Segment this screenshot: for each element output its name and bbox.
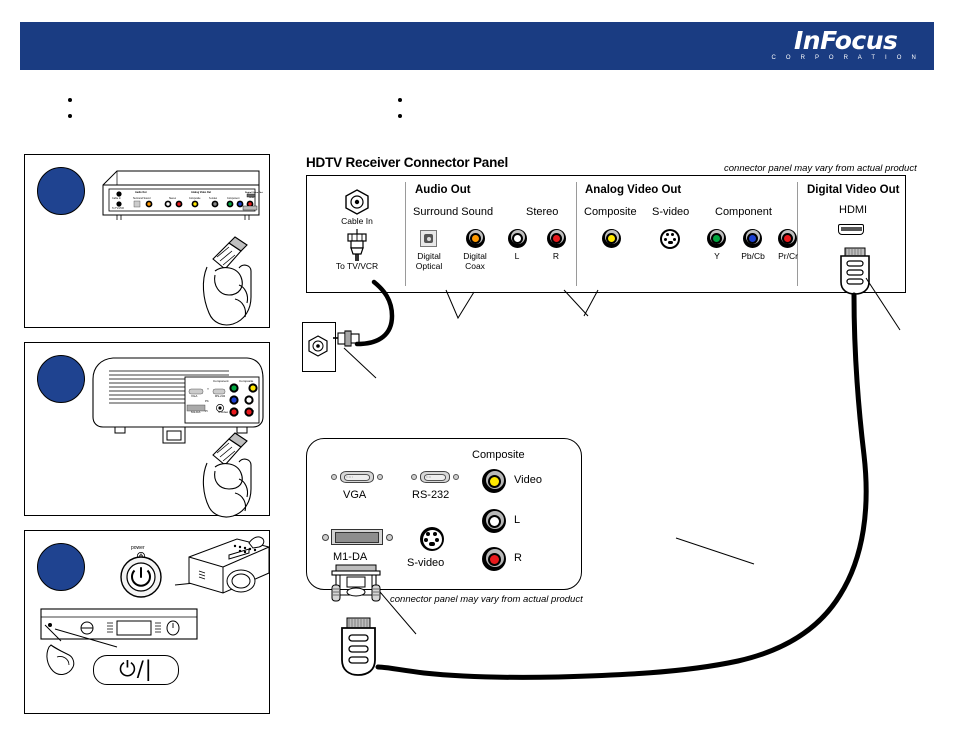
stereo-right-label: R bbox=[552, 251, 560, 261]
surround-sound-label: Surround Sound bbox=[413, 206, 494, 218]
panel-divider bbox=[797, 182, 798, 286]
svg-text:VGA: VGA bbox=[191, 394, 197, 398]
hdmi-to-m1da-cable bbox=[375, 292, 869, 680]
svg-text:RS-232: RS-232 bbox=[215, 394, 226, 398]
power-symbol-leader bbox=[54, 628, 118, 648]
svg-text:Component: Component bbox=[227, 197, 240, 200]
cable-in-coax-icon bbox=[345, 189, 369, 215]
hand-holding-cable-illustration bbox=[202, 236, 252, 326]
step-panel-2: ComponentComposite YPbPr LR VGARS-232 M1… bbox=[24, 342, 270, 518]
analog-video-out-heading: Analog Video Out bbox=[585, 184, 682, 196]
stereo-right-jack[interactable] bbox=[547, 229, 566, 248]
svg-text:Pb: Pb bbox=[205, 399, 209, 403]
infocus-logo: InFocus C O R P O R A T I O N bbox=[771, 26, 920, 62]
power-standby-badge: ⏻/| bbox=[93, 655, 179, 685]
svg-text:Composite: Composite bbox=[239, 379, 254, 383]
svg-text:Component: Component bbox=[213, 379, 229, 383]
svg-text:S-video: S-video bbox=[209, 197, 218, 200]
vga-screw-left bbox=[331, 474, 337, 480]
digital-coax-label: Digital Coax bbox=[463, 251, 487, 271]
bullet-list-right bbox=[398, 98, 698, 130]
svg-text:Pr: Pr bbox=[205, 409, 208, 413]
digital-optical-jack[interactable] bbox=[420, 230, 437, 247]
digital-coax-jack[interactable] bbox=[466, 229, 485, 248]
step-panel-3: power ⏻/| bbox=[24, 530, 270, 714]
svg-text:Analog Video Out: Analog Video Out bbox=[191, 191, 211, 194]
logo-subtext: C O R P O R A T I O N bbox=[771, 55, 920, 61]
component-label: Component bbox=[715, 206, 772, 218]
step-number-3 bbox=[37, 543, 85, 591]
bullet-point bbox=[68, 98, 72, 102]
m1-screw-left bbox=[322, 534, 329, 541]
bullet-list-left bbox=[68, 98, 368, 130]
step-number-1 bbox=[37, 167, 85, 215]
hand-holding-cable-illustration bbox=[202, 432, 252, 518]
svg-text:Cable In: Cable In bbox=[112, 197, 122, 200]
stereo-left-jack[interactable] bbox=[508, 229, 527, 248]
svg-text:Digital Video Out: Digital Video Out bbox=[245, 191, 263, 194]
bullet-point bbox=[68, 114, 72, 118]
svg-text:Stereo: Stereo bbox=[169, 197, 177, 200]
coax-wall-plate bbox=[302, 322, 336, 372]
svg-text:Y: Y bbox=[207, 387, 209, 391]
audio-out-heading: Audio Out bbox=[415, 184, 471, 196]
logo-wordmark: InFocus bbox=[794, 26, 898, 55]
svg-text:To TV/VCR: To TV/VCR bbox=[112, 207, 124, 210]
receiver-panel-title: HDTV Receiver Connector Panel bbox=[306, 155, 509, 170]
bullet-point bbox=[398, 98, 402, 102]
to-tv-vcr-label: To TV/VCR bbox=[335, 261, 379, 271]
power-standby-symbol: ⏻/| bbox=[119, 657, 153, 681]
component-pb-jack[interactable] bbox=[743, 229, 762, 248]
panel-divider bbox=[576, 182, 577, 286]
hdmi-plug-leader bbox=[865, 277, 901, 331]
projector-small-illustration bbox=[188, 536, 270, 594]
digital-video-out-heading: Digital Video Out bbox=[807, 184, 900, 196]
stereo-label: Stereo bbox=[526, 206, 559, 218]
s-video-label: S-video bbox=[652, 206, 690, 218]
hdtv-receiver-connector-panel: Cable In To TV/VCR Audio Out Surround So… bbox=[306, 175, 906, 293]
hdmi-port[interactable] bbox=[838, 224, 864, 235]
hdmi-label: HDMI bbox=[839, 204, 868, 216]
svg-text:Composite: Composite bbox=[189, 197, 201, 200]
composite-label: Composite bbox=[584, 206, 637, 218]
s-video-jack[interactable] bbox=[660, 229, 680, 249]
step-panel-1: Cable In To TV/VCR Audio Out Surround Sou… bbox=[24, 154, 270, 328]
digital-optical-label: Digital Optical bbox=[415, 251, 443, 271]
wall-plate-coax-icon bbox=[308, 335, 328, 357]
hdmi-cable-leader bbox=[675, 537, 755, 565]
svg-text:power: power bbox=[131, 545, 145, 551]
receiver-panel-vary-note: connector panel may vary from actual pro… bbox=[724, 163, 917, 174]
component-pr-jack[interactable] bbox=[778, 229, 797, 248]
component-y-jack[interactable] bbox=[707, 229, 726, 248]
svg-text:Surround Sound: Surround Sound bbox=[133, 197, 151, 200]
step-number-2 bbox=[37, 355, 85, 403]
composite-video-jack[interactable] bbox=[602, 229, 621, 248]
header-bar: InFocus C O R P O R A T I O N bbox=[20, 22, 934, 70]
bullet-point bbox=[398, 114, 402, 118]
to-tv-vcr-connector-icon bbox=[347, 229, 367, 261]
hdtv-receiver-illustration: Cable In To TV/VCR Audio Out Surround Sou… bbox=[102, 170, 263, 220]
component-pr-label: Pr/Cr bbox=[778, 251, 798, 261]
cable-in-label: Cable In bbox=[341, 216, 373, 226]
svg-text:HDMI: HDMI bbox=[249, 197, 255, 199]
svg-text:Audio Out: Audio Out bbox=[135, 191, 147, 194]
power-button-callout: power bbox=[120, 545, 162, 598]
